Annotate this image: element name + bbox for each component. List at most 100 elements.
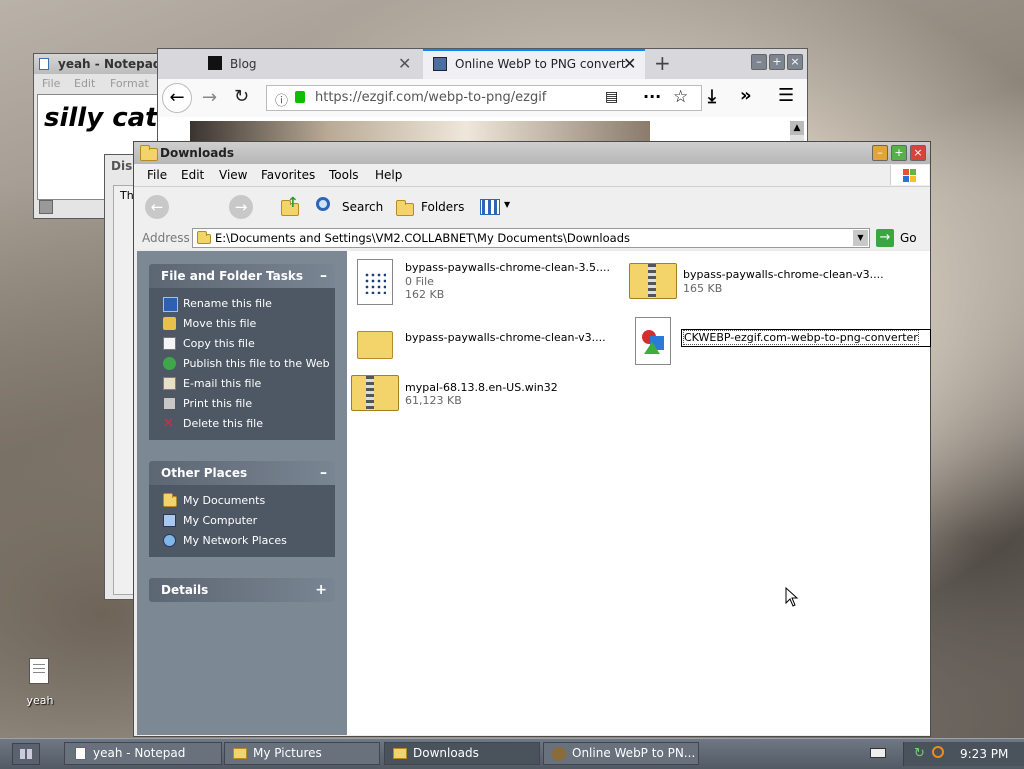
minimize-icon[interactable]: – (872, 145, 888, 161)
taskbar-item-label: yeah - Notepad (93, 746, 186, 760)
place-my-network[interactable]: My Network Places (149, 531, 335, 551)
new-tab-icon[interactable]: + (654, 51, 671, 75)
start-button[interactable] (12, 743, 40, 765)
task-move[interactable]: Move this file (149, 314, 335, 334)
notepad-icon (75, 747, 86, 760)
browser-tab-blog[interactable]: Blog ✕ (198, 51, 420, 77)
notepad-icon (39, 58, 49, 70)
forward-icon[interactable]: → (202, 87, 217, 108)
search-tray-icon[interactable] (932, 746, 944, 758)
close-icon[interactable]: × (910, 145, 926, 161)
notepad-menu-format[interactable]: Format (110, 77, 149, 90)
text-file-icon (29, 658, 49, 684)
file-item[interactable]: bypass-paywalls-chrome-clean-3.5.... 0 F… (357, 259, 625, 307)
address-path: E:\Documents and Settings\VM2.COLLABNET\… (215, 231, 630, 245)
browser-tabstrip: Blog ✕ Online WebP to PNG convert ✕ + – … (158, 49, 807, 79)
maximize-icon[interactable]: + (891, 145, 907, 161)
taskbar-item-downloads[interactable]: Downloads (384, 742, 540, 765)
task-print[interactable]: Print this file (149, 394, 335, 414)
file-item[interactable]: bypass-paywalls-chrome-clean-v3.... 165 … (629, 259, 929, 307)
expand-icon[interactable]: + (315, 578, 327, 602)
taskbar-item-browser[interactable]: Online WebP to PN... (543, 742, 699, 765)
folders-button[interactable]: Folders (392, 195, 468, 219)
explorer-menubar: File Edit View Favorites Tools Help (134, 164, 930, 186)
task-email[interactable]: E-mail this file (149, 374, 335, 394)
explorer-window[interactable]: Downloads – + × File Edit View Favorites… (133, 141, 931, 737)
go-arrow-icon: → (876, 229, 894, 247)
reader-view-icon[interactable]: ▤ (605, 89, 618, 105)
minimize-icon[interactable]: – (751, 54, 767, 70)
file-item[interactable]: mypal-68.13.8.en-US.win32 61,123 KB (351, 371, 631, 419)
notepad-menu-edit[interactable]: Edit (74, 77, 95, 90)
desktop-icon-yeah[interactable]: yeah (20, 656, 60, 707)
back-icon[interactable]: ← (162, 83, 192, 113)
file-item[interactable]: bypass-paywalls-chrome-clean-v3.... (357, 321, 625, 369)
url-bar[interactable]: ⓘ https://ezgif.com/webp-to-png/ezgif ▤ … (266, 85, 702, 111)
search-button[interactable]: Search (314, 195, 386, 219)
file-size: 162 KB (405, 288, 445, 301)
desktop-icon-label: yeah (26, 694, 54, 707)
browser-icon (552, 747, 566, 761)
place-my-documents[interactable]: My Documents (149, 491, 335, 511)
forward-icon[interactable]: → (229, 195, 253, 219)
file-item-selected[interactable]: CKWEBP-ezgif.com-webp-to-png-converter (635, 317, 931, 367)
file-folder-tasks-header[interactable]: File and Folder Tasks – (149, 264, 335, 288)
views-button[interactable]: ▼ (478, 195, 514, 219)
menu-view[interactable]: View (219, 168, 247, 182)
place-my-computer[interactable]: My Computer (149, 511, 335, 531)
address-input[interactable]: E:\Documents and Settings\VM2.COLLABNET\… (192, 228, 870, 248)
maximize-icon[interactable]: + (769, 54, 785, 70)
up-folder-icon[interactable]: ↑ (279, 195, 301, 217)
menu-edit[interactable]: Edit (181, 168, 204, 182)
close-icon[interactable]: ✕ (398, 54, 411, 73)
task-rename[interactable]: Rename this file (149, 294, 335, 314)
keyboard-icon[interactable] (870, 748, 886, 758)
notepad-titlebar[interactable]: yeah - Notepad (34, 54, 162, 74)
menu-tools[interactable]: Tools (329, 168, 359, 182)
menu-favorites[interactable]: Favorites (261, 168, 315, 182)
back-icon[interactable]: ← (145, 195, 169, 219)
explorer-titlebar[interactable]: Downloads – + × (134, 142, 930, 165)
task-publish[interactable]: Publish this file to the Web (149, 354, 335, 374)
reload-icon[interactable]: ↻ (234, 86, 249, 107)
task-delete[interactable]: ✕ Delete this file (149, 414, 335, 434)
lock-icon[interactable] (295, 91, 305, 103)
overflow-chevron-icon[interactable]: » (740, 85, 752, 106)
task-copy[interactable]: Copy this file (149, 334, 335, 354)
bookmark-star-icon[interactable]: ☆ (673, 87, 688, 107)
menu-file[interactable]: File (147, 168, 167, 182)
file-folder-tasks-panel: File and Folder Tasks – Rename this file… (149, 264, 335, 440)
notepad-menu-file[interactable]: File (42, 77, 60, 90)
details-panel: Details + (149, 578, 335, 602)
pictures-folder-icon (233, 748, 247, 759)
browser-tab-webp[interactable]: Online WebP to PNG convert ✕ (423, 49, 645, 79)
address-dropdown-icon[interactable]: ▼ (853, 230, 868, 246)
file-list[interactable]: bypass-paywalls-chrome-clean-3.5.... 0 F… (347, 251, 931, 735)
hamburger-menu-icon[interactable]: ☰ (778, 85, 794, 106)
go-button[interactable]: → Go (874, 228, 924, 248)
download-icon[interactable]: ⤓ (708, 86, 716, 107)
notepad-title: yeah - Notepad (58, 57, 162, 71)
taskbar-item-notepad[interactable]: yeah - Notepad (64, 742, 222, 765)
rename-input[interactable]: CKWEBP-ezgif.com-webp-to-png-converter (681, 329, 931, 347)
folder-icon (197, 231, 211, 244)
details-header[interactable]: Details + (149, 578, 335, 602)
scroll-up-icon[interactable]: ▲ (790, 121, 804, 135)
menu-help[interactable]: Help (375, 168, 402, 182)
collapse-icon[interactable]: – (320, 461, 327, 485)
network-tray-icon[interactable]: ↻ (914, 746, 926, 761)
info-icon[interactable]: ⓘ (275, 90, 288, 109)
background-window-title: Dis (111, 159, 133, 173)
close-icon[interactable]: ✕ (623, 54, 636, 73)
file-name: bypass-paywalls-chrome-clean-3.5.... (405, 261, 610, 274)
background-window-tab[interactable]: Th (120, 189, 134, 202)
taskbar-item-my-pictures[interactable]: My Pictures (224, 742, 380, 765)
collapse-icon[interactable]: – (320, 264, 327, 288)
other-places-header[interactable]: Other Places – (149, 461, 335, 485)
image-file-icon (635, 317, 671, 365)
windows-logo-icon (890, 165, 929, 185)
clock[interactable]: 9:23 PM (960, 747, 1008, 761)
page-actions-icon[interactable]: ··· (643, 87, 661, 106)
browser-navbar: ← → ↻ ⓘ https://ezgif.com/webp-to-png/ez… (158, 79, 807, 117)
close-icon[interactable]: × (787, 54, 803, 70)
